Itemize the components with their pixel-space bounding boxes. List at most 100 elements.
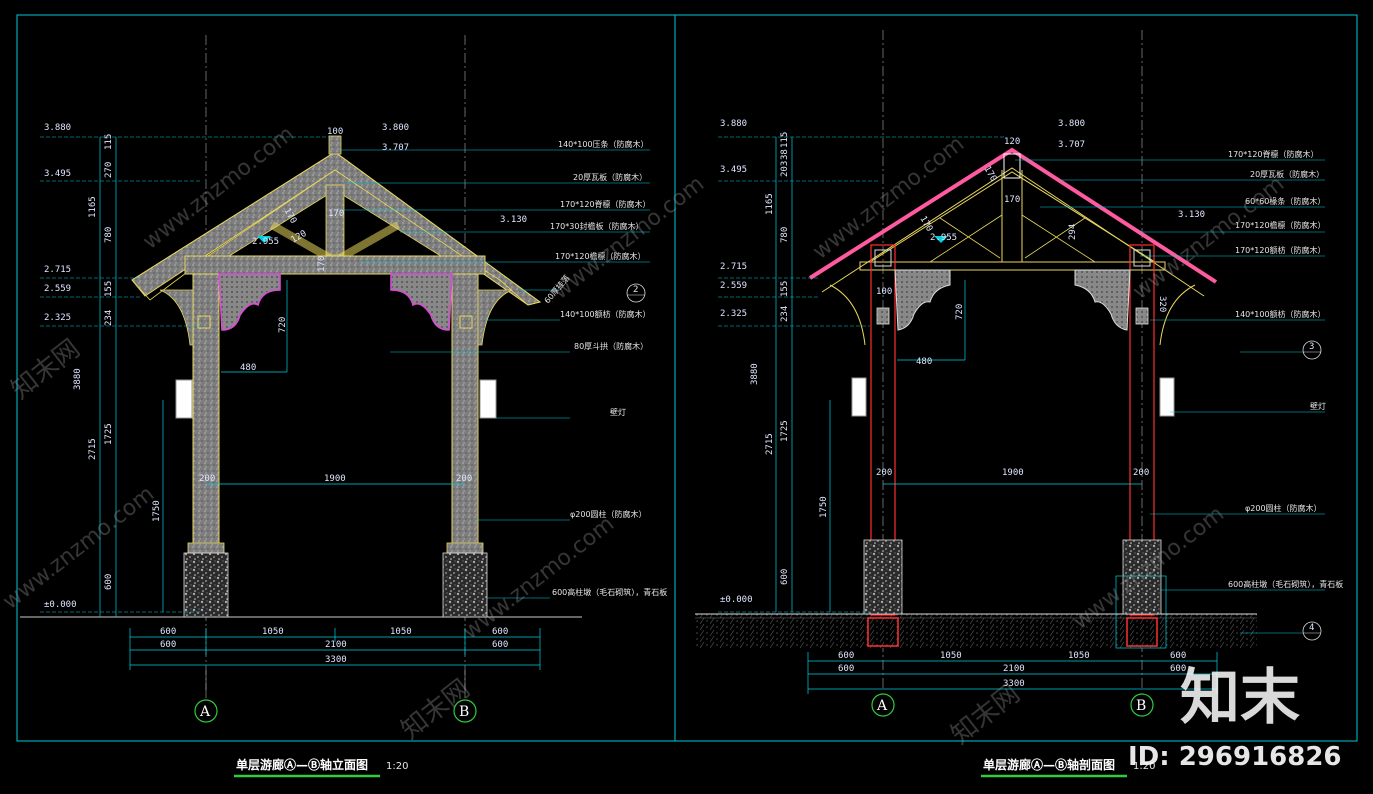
ridge-level-label: 3.800: [382, 123, 409, 133]
svg-text:1050: 1050: [940, 651, 962, 661]
section-bottom-dims: 600 1050 1050 600 600 2100 600 3300: [838, 651, 1186, 689]
level-label: 3.495: [44, 169, 71, 179]
svg-text:200: 200: [1133, 468, 1149, 478]
bracket-right: [390, 273, 453, 331]
svg-text:±0.000: ±0.000: [720, 595, 753, 605]
callout-label: 140*100额枋（防腐木）: [560, 309, 651, 319]
svg-text:120: 120: [1004, 137, 1020, 147]
svg-text:单层游廊Ⓐ—Ⓑ轴剖面图: 单层游廊Ⓐ—Ⓑ轴剖面图: [983, 757, 1115, 772]
svg-text:155: 155: [104, 281, 114, 297]
svg-text:A: A: [876, 698, 888, 714]
svg-text:1050: 1050: [262, 627, 284, 637]
svg-text:780: 780: [104, 227, 114, 243]
svg-text:100: 100: [876, 287, 892, 297]
brand-logo-text: 知末: [1180, 663, 1300, 733]
callout-label: 20厚瓦板（防腐木）: [573, 172, 647, 182]
callout-label: 140*100压条（防腐木）: [558, 139, 649, 149]
svg-text:1900: 1900: [1002, 468, 1024, 478]
svg-text:20厚瓦板（防腐木）: 20厚瓦板（防腐木）: [1250, 169, 1324, 179]
svg-text:3.800: 3.800: [1058, 119, 1085, 129]
svg-text:600: 600: [838, 651, 854, 661]
callout-label: 80厚斗拱（防腐木）: [574, 341, 648, 351]
level-label: ±0.000: [44, 600, 77, 610]
svg-text:2.559: 2.559: [720, 281, 747, 291]
svg-text:600: 600: [104, 574, 114, 590]
svg-text:2100: 2100: [1003, 664, 1025, 674]
svg-text:115: 115: [780, 132, 790, 148]
level-label: 2.715: [44, 265, 71, 275]
svg-text:1750: 1750: [819, 496, 829, 518]
svg-text:1725: 1725: [780, 420, 790, 442]
callout-label: 壁灯: [610, 407, 626, 417]
svg-text:294: 294: [1068, 224, 1078, 240]
svg-text:234: 234: [104, 310, 114, 326]
svg-text:170: 170: [981, 165, 998, 184]
svg-text:234: 234: [780, 306, 790, 322]
svg-text:3300: 3300: [325, 655, 347, 665]
ridge-level-label: 3.707: [382, 143, 409, 153]
svg-text:203: 203: [780, 161, 790, 177]
svg-text:170: 170: [1004, 195, 1020, 205]
svg-text:480: 480: [240, 363, 256, 373]
svg-text:3.707: 3.707: [1058, 140, 1085, 150]
svg-text:2.325: 2.325: [720, 309, 747, 319]
svg-text:600高柱墩（毛石砌筑），青石板: 600高柱墩（毛石砌筑），青石板: [1228, 579, 1343, 589]
svg-text:155: 155: [780, 281, 790, 297]
svg-text:φ200圆柱（防腐木）: φ200圆柱（防腐木）: [1245, 503, 1322, 513]
detail-marker-3: 3: [1240, 340, 1322, 360]
svg-text:2.955: 2.955: [930, 233, 957, 243]
wall-lamp-right: [479, 379, 497, 419]
axis-bubble-a-right: A: [871, 693, 895, 717]
svg-text:480: 480: [916, 357, 932, 367]
svg-text:2715: 2715: [88, 438, 98, 460]
svg-text:115: 115: [104, 134, 114, 150]
elevation-title: 单层游廊Ⓐ—Ⓑ轴立面图 1:20: [234, 757, 408, 778]
svg-text:2715: 2715: [765, 433, 775, 455]
svg-text:600: 600: [780, 569, 790, 585]
axis-bubble-b-right: B: [1130, 693, 1154, 717]
column-a: [192, 273, 220, 545]
svg-text:1165: 1165: [88, 196, 98, 218]
svg-text:1725: 1725: [104, 423, 114, 445]
svg-text:200: 200: [199, 474, 215, 484]
svg-text:www.znzmo.com: www.znzmo.com: [0, 481, 159, 614]
level-label: 3.880: [44, 123, 71, 133]
svg-text:A: A: [199, 704, 211, 720]
svg-text:720: 720: [955, 304, 965, 320]
level-label: 2.325: [44, 313, 71, 323]
svg-text:4: 4: [1309, 623, 1314, 633]
svg-text:1:20: 1:20: [386, 761, 408, 772]
svg-text:170*120脊檩（防腐木）: 170*120脊檩（防腐木）: [1228, 149, 1319, 159]
axis-bubble-a-left: A: [194, 670, 218, 723]
bracket-left: [218, 273, 281, 331]
svg-text:2100: 2100: [325, 640, 347, 650]
brand-watermark: 知末 ID: 296916826: [1128, 663, 1342, 772]
detail-marker-2: 2: [626, 283, 646, 303]
svg-text:600: 600: [1170, 651, 1186, 661]
svg-text:1165: 1165: [765, 193, 775, 215]
svg-text:600: 600: [160, 640, 176, 650]
svg-text:170: 170: [317, 256, 327, 272]
svg-text:140*100额枋（防腐木）: 140*100额枋（防腐木）: [1235, 309, 1326, 319]
svg-text:1050: 1050: [390, 627, 412, 637]
svg-text:200: 200: [876, 468, 892, 478]
section-bracket-right: [1074, 269, 1131, 331]
svg-text:780: 780: [780, 227, 790, 243]
svg-text:3.880: 3.880: [720, 119, 747, 129]
svg-text:200: 200: [456, 474, 472, 484]
svg-text:3.495: 3.495: [720, 165, 747, 175]
column-b: [451, 273, 479, 545]
svg-text:B: B: [1136, 698, 1146, 714]
svg-text:壁灯: 壁灯: [1310, 401, 1326, 411]
svg-text:3.130: 3.130: [1178, 210, 1205, 220]
callout-label: 170*120脊檩（防腐木）: [560, 199, 651, 209]
section-vertical-dims: 115 203 780 155 234 3880 2715 1725 1750 …: [750, 132, 829, 585]
elevation-bottom-dims: 600 1050 1050 600 600 2100 600 3300: [160, 627, 508, 665]
svg-text:270: 270: [104, 162, 114, 178]
section-drawing: [695, 30, 1325, 694]
svg-text:38: 38: [780, 149, 790, 160]
svg-text:1900: 1900: [324, 474, 346, 484]
svg-text:170*120额枋（防腐木）: 170*120额枋（防腐木）: [1235, 245, 1326, 255]
svg-text:600: 600: [492, 640, 508, 650]
pier-a: [183, 552, 229, 618]
